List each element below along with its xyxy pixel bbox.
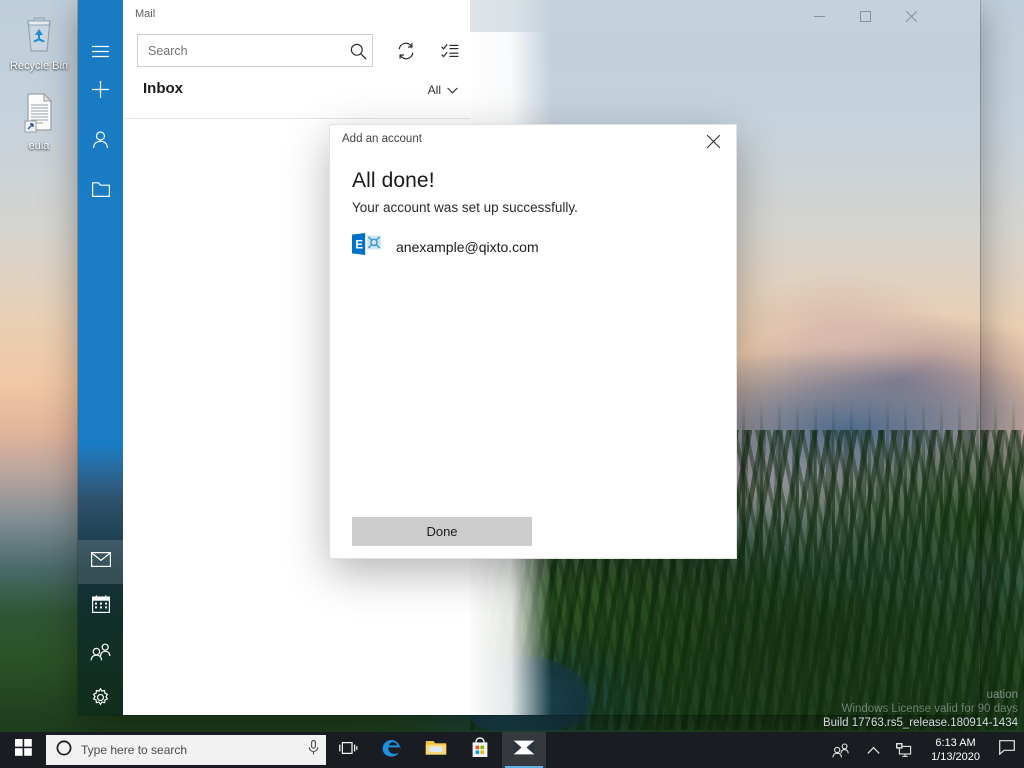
account-email: anexample@qixto.com (396, 238, 539, 255)
taskbar-search-box[interactable]: Type here to search (46, 735, 326, 765)
edge-icon (381, 737, 403, 764)
sidebar-item-people[interactable] (78, 632, 123, 676)
start-button[interactable] (0, 732, 46, 768)
inbox-header-row: Inbox All (123, 80, 470, 112)
gear-icon (91, 687, 110, 712)
filter-label: All (427, 83, 441, 97)
account-row: E anexample@qixto.com (352, 233, 539, 260)
select-mode-icon[interactable] (435, 36, 465, 66)
windows-logo-icon (14, 739, 32, 761)
action-center-button[interactable] (990, 732, 1024, 768)
store-icon (470, 737, 490, 763)
desktop-icon-eula[interactable]: eula (2, 88, 76, 153)
mail-taskbar-button[interactable] (502, 732, 546, 768)
desktop-icon-recycle-bin[interactable]: Recycle Bin (2, 8, 76, 73)
window-close-button[interactable] (888, 0, 934, 32)
tray-people-icon[interactable] (825, 732, 857, 768)
tray-chevron-up-icon[interactable] (857, 732, 889, 768)
sidebar-item-calendar[interactable] (78, 584, 123, 628)
add-account-dialog[interactable]: Add an account All done! Your account wa… (330, 125, 736, 558)
desktop[interactable]: Recycle Bin eula Mail Search Inbox All A… (0, 0, 1024, 768)
dialog-close-button[interactable] (690, 125, 736, 157)
dialog-heading: All done! (352, 169, 435, 192)
file-explorer-icon (425, 738, 447, 762)
folder-icon (91, 182, 110, 202)
search-input[interactable] (138, 35, 372, 66)
sidebar-item-folders[interactable] (78, 170, 123, 214)
watermark-line-1: uation (986, 689, 1018, 701)
people-icon (90, 643, 112, 666)
watermark-line-2: Windows License valid for 90 days (841, 703, 1018, 715)
sidebar-item-accounts[interactable] (78, 120, 123, 164)
text-document-shortcut-icon (2, 88, 76, 136)
file-explorer-button[interactable] (414, 732, 458, 768)
taskbar-clock[interactable]: 6:13 AM 1/13/2020 (921, 732, 990, 768)
filter-dropdown[interactable]: All (428, 83, 458, 97)
list-divider (123, 118, 470, 119)
mail-nav-rail[interactable] (78, 0, 123, 715)
person-icon (92, 130, 109, 154)
mail-app-title: Mail (135, 8, 156, 20)
recycle-bin-icon (2, 8, 76, 56)
desktop-icon-label: Recycle Bin (9, 60, 69, 72)
window-maximize-button[interactable] (842, 0, 888, 32)
system-tray[interactable]: 6:13 AM 1/13/2020 (825, 732, 1024, 768)
sync-icon[interactable] (391, 36, 421, 66)
task-view-button[interactable] (326, 732, 370, 768)
done-button[interactable]: Done (352, 517, 532, 546)
hamburger-icon (92, 45, 109, 63)
watermark-line-3: Build 17763.rs5_release.180914-1434 (822, 717, 1018, 729)
chevron-down-icon (447, 83, 458, 97)
sidebar-item-mail[interactable] (78, 540, 123, 584)
envelope-icon (90, 552, 111, 572)
search-box[interactable] (137, 34, 373, 67)
search-icon[interactable] (343, 36, 373, 66)
cortana-circle-icon (56, 740, 72, 761)
mail-icon (513, 739, 535, 761)
window-minimize-button[interactable] (796, 0, 842, 32)
svg-text:E: E (355, 239, 363, 251)
plus-icon (92, 81, 109, 103)
folder-title: Inbox (143, 80, 183, 97)
taskbar[interactable]: Type here to search 6:13 AM 1/13/2020 (0, 732, 1024, 768)
desktop-icon-label: eula (28, 140, 50, 152)
calendar-icon (91, 594, 110, 618)
dialog-title: Add an account (342, 133, 422, 145)
sidebar-item-new-mail[interactable] (78, 70, 123, 114)
microsoft-store-button[interactable] (458, 732, 502, 768)
task-view-icon (338, 740, 358, 761)
microphone-icon[interactable] (307, 740, 320, 760)
close-icon (706, 134, 720, 148)
taskbar-search-placeholder: Type here to search (81, 743, 188, 757)
sidebar-item-settings[interactable] (78, 678, 123, 722)
clock-date: 1/13/2020 (931, 751, 980, 763)
exchange-icon: E (352, 233, 382, 260)
mail-search-row[interactable] (137, 34, 459, 68)
edge-button[interactable] (370, 732, 414, 768)
dialog-subtitle: Your account was set up successfully. (352, 200, 578, 215)
action-center-icon (999, 740, 1015, 760)
clock-time: 6:13 AM (935, 737, 976, 749)
tray-network-icon[interactable] (889, 732, 921, 768)
windows-activation-watermark: uation Windows License valid for 90 days… (823, 688, 1018, 730)
